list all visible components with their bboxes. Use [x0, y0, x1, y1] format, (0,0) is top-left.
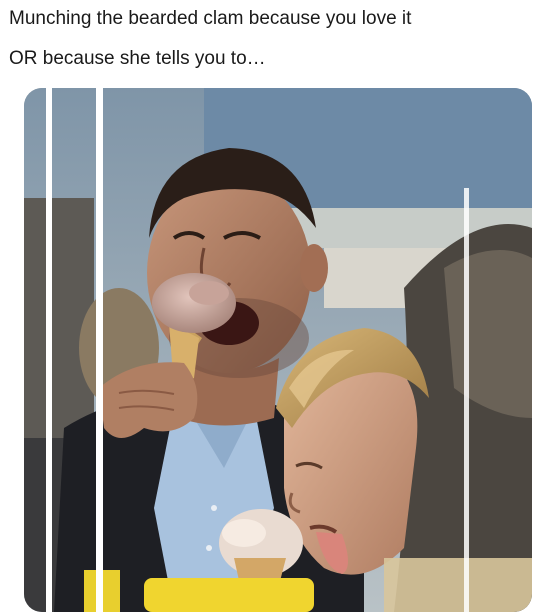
- photo-seam-middle: [96, 88, 103, 612]
- photo-seam-right: [464, 188, 469, 612]
- caption-line-2: OR because she tells you to…: [9, 48, 266, 69]
- meme-photo: [24, 88, 532, 612]
- caption-line-1: Munching the bearded clam because you lo…: [9, 8, 412, 29]
- photo-seam-left: [46, 88, 52, 612]
